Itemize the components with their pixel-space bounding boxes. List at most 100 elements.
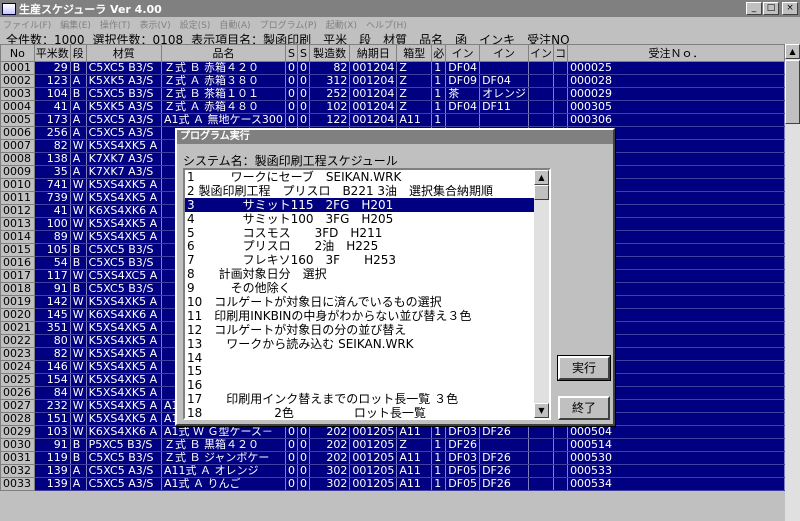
table-cell[interactable]: K5XS4XK5 A [86, 334, 162, 348]
row-number[interactable]: 0004 [0, 100, 35, 114]
table-cell[interactable]: 139 [34, 477, 71, 491]
table-cell[interactable]: A1式 Ａ りんご [161, 477, 286, 491]
table-cell[interactable]: K5XK5 A3/S [86, 100, 162, 114]
table-cell[interactable]: DF09 [445, 74, 481, 88]
table-cell[interactable]: A [70, 165, 87, 179]
table-cell[interactable]: DF05 [445, 477, 481, 491]
table-row[interactable]: 0031 119 B C5XC5 B3/S Ｚ式 Ｂ ジャンボケー 0 0 202 001205… [0, 451, 785, 465]
table-cell[interactable]: 001204 [349, 74, 398, 88]
program-list-item[interactable]: 14 [185, 351, 537, 365]
column-header[interactable]: 製造数 [308, 44, 351, 62]
table-cell[interactable]: 173 [34, 113, 71, 127]
table-cell[interactable]: 35 [34, 165, 71, 179]
table-cell[interactable]: 202 [309, 425, 351, 439]
table-cell[interactable]: 0 [285, 61, 298, 75]
table-cell[interactable]: 1 [431, 477, 447, 491]
table-cell[interactable]: W [70, 191, 87, 205]
table-cell[interactable]: 000305 [567, 100, 785, 114]
table-row[interactable]: 0033 139 A C5XC5 A3/S A1式 Ａ りんご 0 0 302 001205 A1… [0, 477, 785, 491]
table-cell[interactable]: 001204 [349, 100, 398, 114]
table-cell[interactable]: A [70, 113, 87, 127]
table-cell[interactable]: 0 [285, 438, 298, 452]
table-cell[interactable]: K6XS4XK6 A [86, 425, 162, 439]
table-cell[interactable]: W [70, 425, 87, 439]
table-cell[interactable]: A [70, 100, 87, 114]
table-cell[interactable]: 000530 [567, 451, 785, 465]
table-cell[interactable]: 0 [297, 477, 310, 491]
table-cell[interactable] [528, 464, 555, 478]
table-cell[interactable]: 123 [34, 74, 71, 88]
table-cell[interactable]: 001205 [349, 477, 398, 491]
table-cell[interactable]: Ｚ式 Ｂ 黒箱４２０ [161, 438, 286, 452]
row-number[interactable]: 0015 [0, 243, 35, 257]
table-cell[interactable]: W [70, 217, 87, 231]
row-number[interactable]: 0009 [0, 165, 35, 179]
row-number[interactable]: 0008 [0, 152, 35, 166]
table-cell[interactable]: 0 [297, 100, 310, 114]
table-cell[interactable]: 100 [34, 217, 71, 231]
program-list-item[interactable]: 18 2色 ロット長一覧 [185, 406, 537, 418]
table-cell[interactable]: W [70, 308, 87, 322]
program-list-item[interactable]: 11 印刷用INKBINの中身がわからない並び替え３色 [185, 309, 537, 323]
table-cell[interactable]: K5XS4XK5 A [86, 191, 162, 205]
table-cell[interactable]: K7XK7 A3/S [86, 152, 162, 166]
table-cell[interactable]: 89 [34, 230, 71, 244]
table-cell[interactable] [553, 477, 569, 491]
table-cell[interactable] [553, 438, 569, 452]
table-cell[interactable]: 000504 [567, 425, 785, 439]
table-cell[interactable]: 0 [297, 113, 310, 127]
table-cell[interactable] [445, 113, 481, 127]
column-header[interactable]: 必 [431, 44, 447, 62]
program-list-item[interactable]: 10 コルゲートが対象日に済んでいるもの選択 [185, 295, 537, 309]
row-number[interactable]: 0032 [0, 464, 35, 478]
table-cell[interactable]: 0 [297, 451, 310, 465]
table-cell[interactable] [553, 87, 569, 101]
table-cell[interactable] [553, 113, 569, 127]
table-cell[interactable]: 252 [309, 87, 351, 101]
table-row[interactable]: 0004 41 A K5XK5 A3/S Ｚ式 Ａ 赤箱４８０ 0 0 102 001204 Z 1… [0, 100, 785, 114]
table-cell[interactable]: K5XS4XK5 A [86, 347, 162, 361]
program-list-item[interactable]: 12 コルゲートが対象日の分の並び替え [185, 323, 537, 337]
menu-view[interactable]: 表示(V) [139, 18, 170, 31]
menu-edit[interactable]: 編集(E) [60, 18, 91, 31]
table-cell[interactable]: DF11 [479, 100, 530, 114]
program-list-item[interactable]: 2 製函印刷工程 プリスロ B221 3油 選択集合納期順 [185, 184, 537, 198]
table-cell[interactable]: A [70, 74, 87, 88]
table-cell[interactable]: Z [396, 61, 433, 75]
table-cell[interactable]: 80 [34, 334, 71, 348]
table-cell[interactable]: Ｚ式 Ａ 赤箱４８０ [161, 100, 286, 114]
table-cell[interactable]: K5XS4XK5 A [86, 295, 162, 309]
table-cell[interactable]: 1 [431, 438, 447, 452]
table-cell[interactable]: C5XC5 A3/S [86, 477, 162, 491]
table-row[interactable]: 0005 173 A C5XC5 A3/S A1式 Ａ 無地ケース300 0 0 122 001… [0, 113, 785, 127]
table-cell[interactable]: W [70, 295, 87, 309]
table-row[interactable]: 0032 139 A C5XC5 A3/S A11式 Ａ オレンジ 0 0 302 001205… [0, 464, 785, 478]
table-cell[interactable]: 29 [34, 61, 71, 75]
table-cell[interactable]: 0 [285, 464, 298, 478]
table-cell[interactable]: A11 [396, 477, 433, 491]
table-cell[interactable]: 1 [431, 87, 447, 101]
list-scroll-thumb[interactable] [534, 185, 549, 200]
table-cell[interactable] [528, 425, 555, 439]
table-cell[interactable]: 001205 [349, 451, 398, 465]
table-cell[interactable]: B [70, 243, 87, 257]
table-cell[interactable] [553, 61, 569, 75]
table-cell[interactable]: B [70, 438, 87, 452]
menu-help[interactable]: ヘルプ(H) [366, 18, 407, 31]
table-cell[interactable]: A [70, 126, 87, 140]
table-cell[interactable]: 0 [297, 464, 310, 478]
table-cell[interactable]: A [70, 477, 87, 491]
table-cell[interactable] [528, 477, 555, 491]
row-number[interactable]: 0010 [0, 178, 35, 192]
table-cell[interactable]: Ｚ式 Ｂ 赤箱４２０ [161, 61, 286, 75]
row-number[interactable]: 0027 [0, 399, 35, 413]
table-cell[interactable]: Z [396, 438, 433, 452]
table-cell[interactable]: 001204 [349, 87, 398, 101]
table-cell[interactable]: 82 [34, 139, 71, 153]
table-cell[interactable] [528, 74, 555, 88]
table-cell[interactable]: W [70, 178, 87, 192]
row-number[interactable]: 0017 [0, 269, 35, 283]
program-list[interactable]: 1 ワークにセーブ SEIKAN.WRK 2 製函印刷工程 プリスロ B221 3… [183, 168, 551, 420]
row-number[interactable]: 0006 [0, 126, 35, 140]
table-cell[interactable]: W [70, 321, 87, 335]
